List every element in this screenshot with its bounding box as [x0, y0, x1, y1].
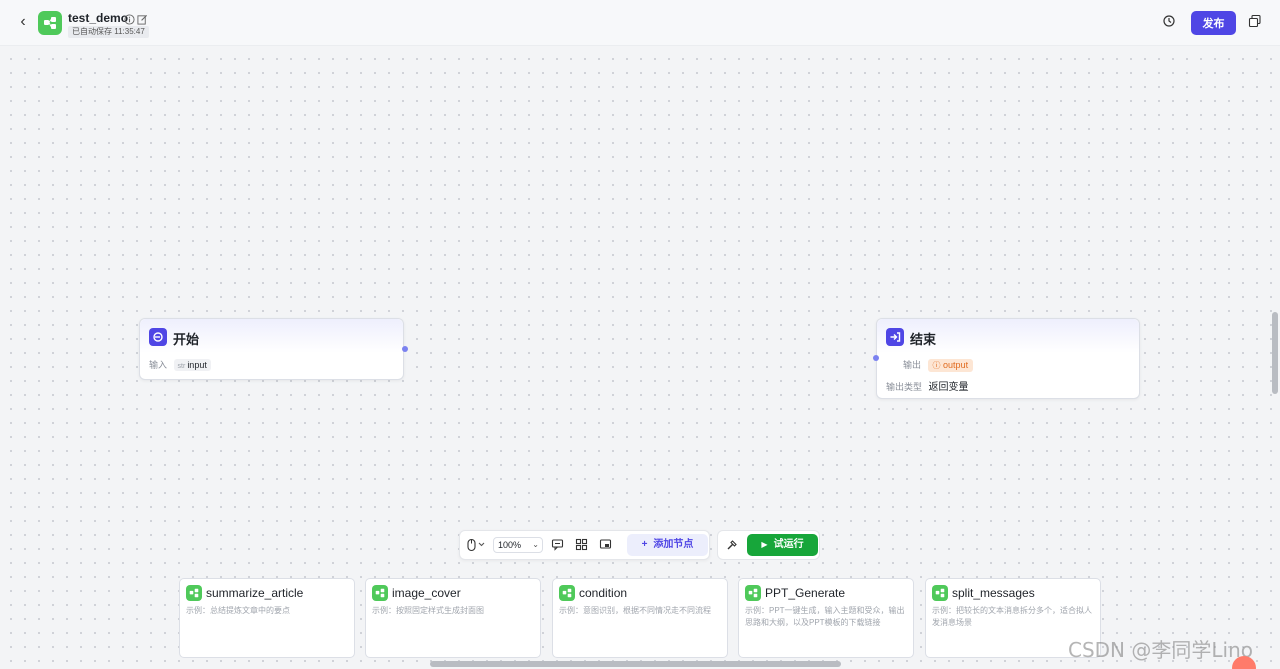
add-node-label: 添加节点: [653, 539, 694, 550]
test-run-button[interactable]: ▶ 试运行: [747, 534, 818, 556]
template-card-condition[interactable]: condition 示例：意图识别，根据不同情况走不同流程: [552, 578, 728, 658]
workflow-icon: [745, 585, 761, 601]
template-desc: 示例：PPT一键生成，输入主题和受众，输出思路和大纲，以及PPT模板的下载链接: [745, 606, 905, 627]
end-input-handle[interactable]: [873, 355, 879, 361]
start-node-title: 开始: [173, 332, 200, 347]
output-var-name: output: [943, 360, 969, 370]
end-output-row: 输出 ⓘ output: [903, 358, 974, 372]
watermark-text: CSDN @李同学Lino: [1068, 638, 1253, 662]
input-label: 输入: [149, 360, 168, 370]
template-desc: 示例：按照固定样式生成封面图: [372, 606, 484, 615]
template-title: split_messages: [952, 586, 1035, 600]
template-title: PPT_Generate: [765, 586, 846, 600]
end-node-header: 结束: [877, 319, 1139, 353]
comment-icon[interactable]: [551, 538, 565, 552]
debug-tool-icon[interactable]: [726, 538, 740, 552]
zoom-select[interactable]: 100% ⌄: [493, 537, 543, 553]
output-variable-chip: ⓘ output: [927, 359, 974, 372]
output-type-label: 输出类型: [886, 382, 923, 392]
template-desc: 示例：意图识别，根据不同情况走不同流程: [559, 606, 711, 615]
start-node[interactable]: 开始 输入 str input: [139, 318, 404, 380]
test-run-label: 试运行: [773, 539, 804, 550]
horizontal-scrollbar[interactable]: [430, 661, 841, 667]
mouse-mode-icon[interactable]: [466, 538, 488, 552]
template-desc: 示例：总结提炼文章中的要点: [186, 606, 290, 615]
info-icon[interactable]: [124, 12, 136, 25]
output-type-value: 返回变量: [928, 382, 969, 393]
edit-icon[interactable]: [137, 12, 149, 25]
var-name: input: [187, 360, 207, 370]
template-card-ppt-generate[interactable]: PPT_Generate 示例：PPT一键生成，输入主题和受众，输出思路和大纲，…: [738, 578, 914, 658]
back-button[interactable]: ‹: [14, 13, 32, 31]
minimap-icon[interactable]: [599, 538, 613, 552]
run-toolbar: ▶ 试运行: [717, 530, 820, 560]
vertical-scrollbar[interactable]: [1272, 312, 1278, 394]
workflow-logo-icon: [38, 11, 62, 35]
output-label: 输出: [903, 360, 922, 370]
workflow-icon: [932, 585, 948, 601]
start-output-handle[interactable]: [402, 346, 408, 352]
play-icon: ▶: [761, 540, 768, 549]
plus-icon: +: [641, 539, 648, 550]
start-node-header: 开始: [140, 319, 403, 353]
publish-button[interactable]: 发布: [1191, 11, 1236, 35]
history-icon[interactable]: [1162, 14, 1180, 32]
start-icon: [149, 328, 167, 346]
add-node-button[interactable]: + 添加节点: [627, 534, 708, 556]
zoom-value: 100%: [498, 540, 522, 550]
workflow-title: test_demo: [68, 11, 129, 25]
end-node-title: 结束: [910, 332, 937, 347]
template-desc: 示例：把较长的文本消息拆分多个，适合拟人发消息场景: [932, 606, 1092, 627]
end-output-type-row: 输出类型 返回变量: [886, 378, 969, 393]
template-card-summarize-article[interactable]: summarize_article 示例：总结提炼文章中的要点: [179, 578, 355, 658]
input-variable-chip: str input: [173, 359, 211, 371]
chevron-down-icon: ⌄: [532, 540, 539, 549]
workflow-icon: [559, 585, 575, 601]
copy-icon[interactable]: [1248, 14, 1266, 32]
end-node[interactable]: 结束 输出 ⓘ output 输出类型 返回变量: [876, 318, 1140, 399]
top-bar: ‹ test_demo 已自动保存 11:35:47 发布: [0, 0, 1280, 46]
end-icon: [886, 328, 904, 346]
auto-layout-icon[interactable]: [575, 538, 589, 552]
autosave-status: 已自动保存 11:35:47: [68, 26, 149, 38]
start-input-row: 输入 str input: [149, 358, 211, 371]
template-title: condition: [579, 586, 628, 600]
var-type: str: [177, 363, 186, 370]
template-title: image_cover: [392, 586, 461, 600]
canvas-toolbar: 100% ⌄ + 添加节点: [459, 530, 710, 560]
template-title: summarize_article: [206, 586, 304, 600]
workflow-icon: [186, 585, 202, 601]
template-card-image-cover[interactable]: image_cover 示例：按照固定样式生成封面图: [365, 578, 541, 658]
output-var-icon: ⓘ: [932, 361, 941, 370]
workflow-icon: [372, 585, 388, 601]
